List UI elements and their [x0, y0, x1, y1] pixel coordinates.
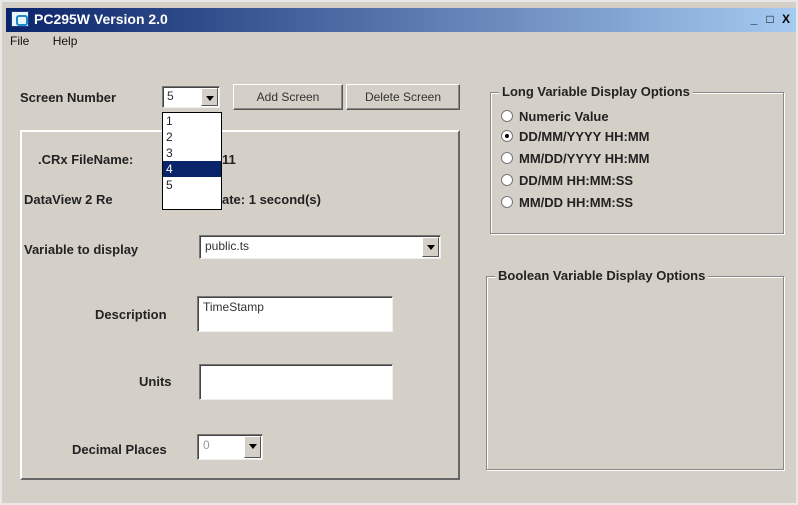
- radio-icon[interactable]: [501, 152, 513, 164]
- chevron-down-icon[interactable]: [244, 436, 261, 458]
- delete-screen-button[interactable]: Delete Screen: [346, 84, 460, 110]
- units-field[interactable]: [199, 364, 393, 400]
- decimal-places-select[interactable]: 0: [197, 434, 263, 460]
- menu-bar: File Help: [10, 34, 97, 48]
- long-options-title: Long Variable Display Options: [499, 84, 693, 99]
- description-label: Description: [95, 307, 167, 322]
- long-option-mmddyyyy[interactable]: MM/DD/YYYY HH:MM: [501, 151, 649, 168]
- crx-filename-label: .CRx FileName:: [38, 152, 134, 167]
- app-window: PC295W Version 2.0 _ □ X File Help Scree…: [0, 0, 798, 505]
- radio-label: MM/DD/YYYY HH:MM: [519, 151, 650, 166]
- long-option-numeric[interactable]: Numeric Value: [501, 109, 609, 126]
- radio-label: DD/MM HH:MM:SS: [519, 173, 634, 188]
- title-bar[interactable]: PC295W Version 2.0 _ □ X: [6, 8, 796, 32]
- app-icon: [11, 11, 29, 27]
- long-option-ddmm[interactable]: DD/MM HH:MM:SS: [501, 173, 633, 190]
- radio-label: Numeric Value: [519, 109, 609, 124]
- decimal-places-value: 0: [203, 438, 210, 452]
- screen-number-dropdown[interactable]: 5: [162, 86, 220, 108]
- units-label: Units: [139, 374, 172, 389]
- screen-number-value: 5: [167, 89, 174, 103]
- radio-icon[interactable]: [501, 174, 513, 186]
- close-button[interactable]: X: [778, 12, 794, 28]
- maximize-button[interactable]: □: [762, 12, 778, 28]
- add-screen-button[interactable]: Add Screen: [233, 84, 343, 110]
- chevron-down-icon[interactable]: [201, 88, 218, 106]
- decimal-places-label: Decimal Places: [72, 442, 167, 457]
- screen-option-3[interactable]: 3: [163, 145, 221, 161]
- radio-selected-icon[interactable]: [501, 130, 513, 142]
- menu-file[interactable]: File: [10, 34, 29, 48]
- radio-icon[interactable]: [501, 196, 513, 208]
- radio-label: MM/DD HH:MM:SS: [519, 195, 634, 210]
- crx-filename-value: 11: [222, 152, 236, 167]
- variable-select-value: public.ts: [205, 239, 250, 253]
- radio-icon[interactable]: [501, 110, 513, 122]
- screen-number-list[interactable]: 1 2 3 4 5: [162, 112, 222, 210]
- long-option-ddmmyyyy[interactable]: DD/MM/YYYY HH:MM: [501, 129, 649, 146]
- chevron-down-icon[interactable]: [422, 237, 439, 257]
- radio-label: DD/MM/YYYY HH:MM: [519, 129, 650, 144]
- boolean-options-group: Boolean Variable Display Options: [486, 268, 784, 470]
- screen-option-4[interactable]: 4: [163, 161, 221, 177]
- dataview-rate-label: DataView 2 Re: [24, 192, 113, 207]
- screen-option-1[interactable]: 1: [163, 113, 221, 129]
- long-option-mmdd[interactable]: MM/DD HH:MM:SS: [501, 195, 633, 212]
- variable-select[interactable]: public.ts: [199, 235, 441, 259]
- screen-option-2[interactable]: 2: [163, 129, 221, 145]
- dataview-rate-value: ate: 1 second(s): [222, 192, 321, 207]
- menu-help[interactable]: Help: [53, 34, 78, 48]
- minimize-button[interactable]: _: [746, 12, 762, 28]
- variable-to-display-label: Variable to display: [24, 242, 139, 257]
- long-options-group: Long Variable Display Options Numeric Va…: [490, 84, 784, 234]
- screen-number-label: Screen Number: [20, 90, 117, 105]
- boolean-options-title: Boolean Variable Display Options: [495, 268, 709, 283]
- screen-option-5[interactable]: 5: [163, 177, 221, 193]
- description-field[interactable]: TimeStamp: [197, 296, 393, 332]
- window-title: PC295W Version 2.0: [34, 11, 168, 27]
